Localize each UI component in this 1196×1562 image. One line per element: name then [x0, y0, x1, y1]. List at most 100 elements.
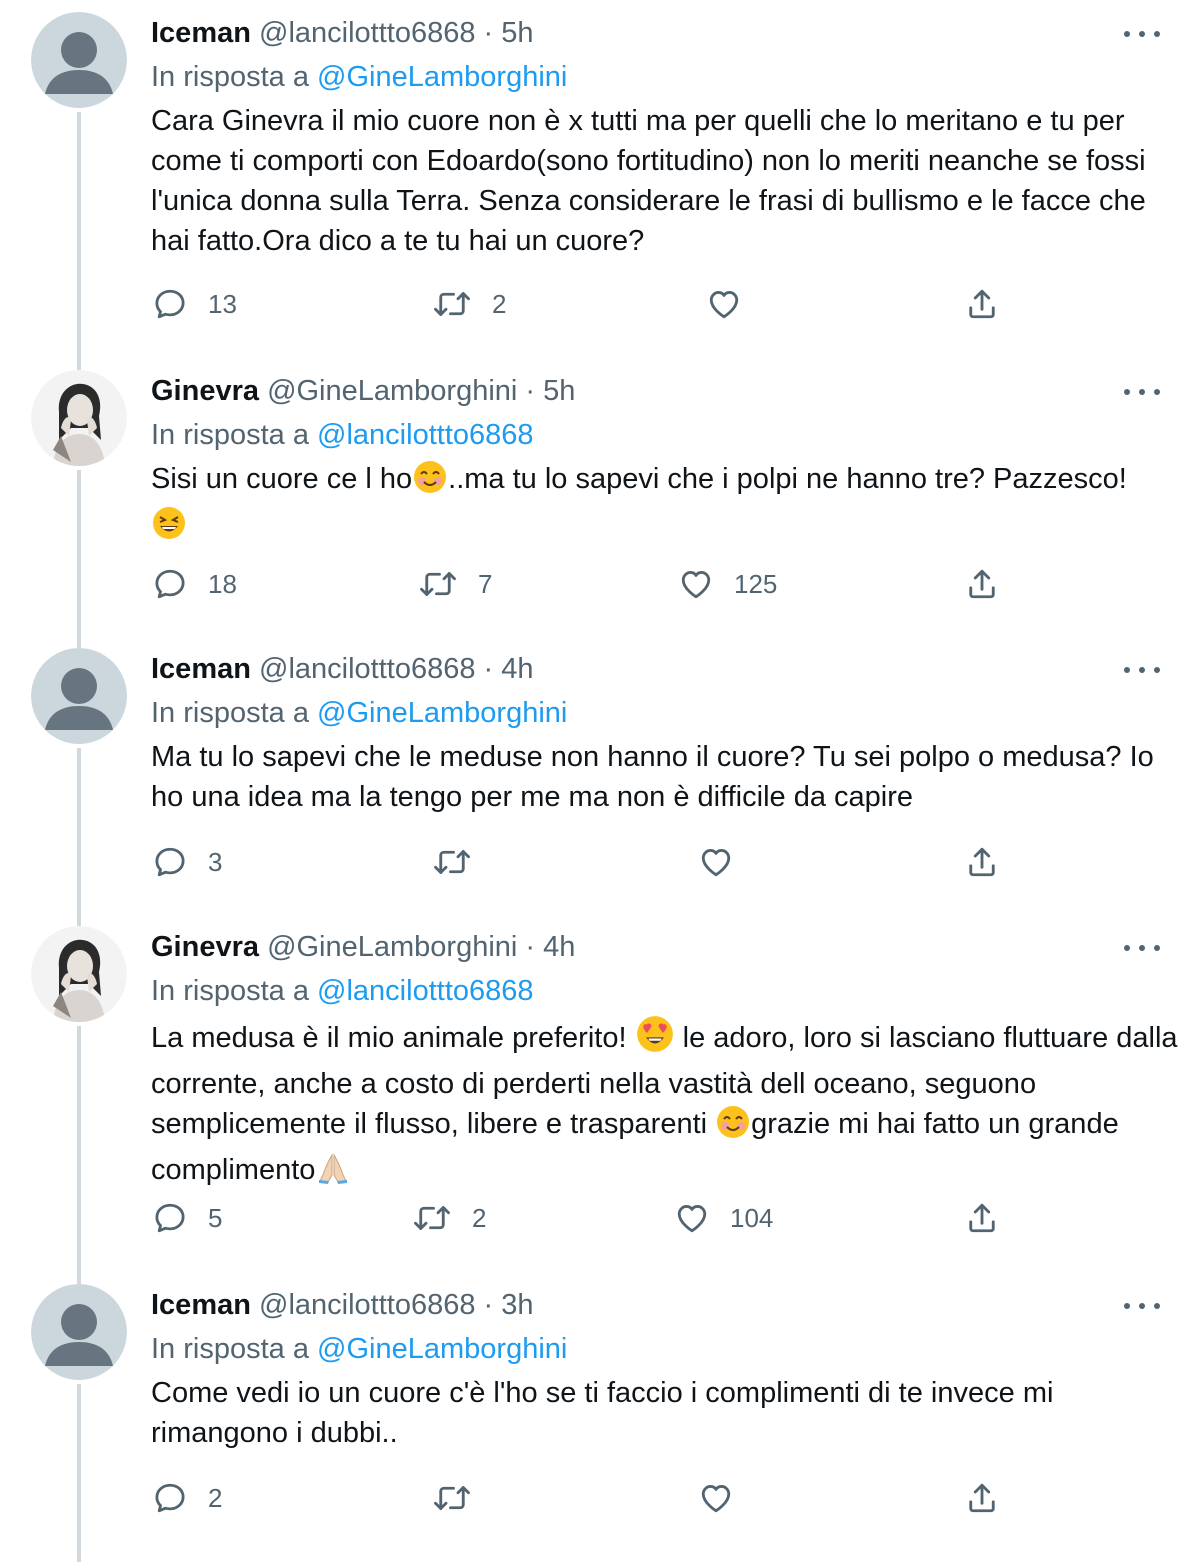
timestamp[interactable]: 3h	[501, 1289, 533, 1321]
share-icon	[969, 1203, 995, 1233]
like-icon	[701, 1485, 731, 1513]
reply-icon	[155, 289, 185, 319]
thread-line	[77, 1026, 81, 1278]
share-button[interactable]	[964, 564, 1000, 604]
reply-to-link[interactable]: @lancilottto6868	[317, 419, 533, 451]
tweet-text-part: ..ma tu lo sapevi che i polpi ne hanno t…	[448, 463, 1127, 495]
share-button[interactable]	[964, 1478, 1000, 1518]
separator-dot: ·	[525, 931, 536, 963]
avatar[interactable]	[31, 1284, 127, 1380]
separator-dot: ·	[483, 17, 494, 49]
reply-to-link[interactable]: @GineLamborghini	[317, 61, 567, 93]
smiling-face-with-smiling-eyes-icon	[716, 1105, 750, 1150]
retweet-icon	[434, 850, 470, 874]
reply-button[interactable]: 3	[152, 842, 222, 882]
reply-count: 2	[208, 1482, 223, 1513]
reply-button[interactable]: 18	[152, 564, 237, 604]
timestamp[interactable]: 4h	[501, 653, 533, 685]
user-handle[interactable]: @lancilottto6868	[259, 653, 475, 685]
like-button[interactable]: 104	[674, 1198, 773, 1238]
display-name[interactable]: Iceman	[151, 653, 251, 685]
tweet-header: Iceman @lancilottto6868 · 4h	[151, 650, 534, 688]
user-handle[interactable]: @lancilottto6868	[259, 17, 475, 49]
more-options-button[interactable]	[1124, 20, 1160, 48]
retweet-button[interactable]: 7	[418, 564, 492, 604]
thread-line	[77, 1384, 81, 1562]
tweet-text: Ma tu lo sapevi che le meduse non hanno …	[151, 737, 1171, 817]
user-handle[interactable]: @GineLamborghini	[267, 931, 517, 963]
retweet-button[interactable]	[432, 842, 492, 882]
retweet-count: 2	[492, 288, 507, 319]
more-icon	[1124, 31, 1130, 37]
display-name[interactable]: Ginevra	[151, 375, 259, 407]
reply-context: In risposta a @GineLamborghini	[151, 1330, 567, 1368]
more-options-button[interactable]	[1124, 934, 1160, 962]
share-button[interactable]	[964, 1198, 1000, 1238]
timestamp[interactable]: 4h	[543, 931, 575, 963]
default-avatar-icon	[31, 648, 127, 744]
avatar[interactable]	[31, 370, 127, 466]
more-icon	[1124, 945, 1130, 951]
profile-photo-icon	[31, 926, 127, 1022]
more-options-button[interactable]	[1124, 378, 1160, 406]
display-name[interactable]: Iceman	[151, 1289, 251, 1321]
tweet-iceman-2[interactable]: Iceman @lancilottto6868 · 4h In risposta…	[0, 636, 1196, 920]
thread-line	[77, 914, 81, 926]
like-button[interactable]	[706, 284, 762, 324]
reply-count: 5	[208, 1202, 223, 1233]
reply-to-link[interactable]: @GineLamborghini	[317, 697, 567, 729]
like-count: 104	[730, 1202, 774, 1233]
retweet-icon	[420, 572, 456, 596]
display-name[interactable]: Ginevra	[151, 931, 259, 963]
like-icon	[709, 291, 739, 319]
tweet-header: Ginevra @GineLamborghini · 5h	[151, 372, 575, 410]
tweet-text-part: La medusa è il mio animale preferito!	[151, 1022, 635, 1054]
like-button[interactable]: 125	[678, 564, 777, 604]
tweet-text-part: Come vedi io un cuore c'è l'ho se ti fac…	[151, 1377, 1054, 1449]
more-options-button[interactable]	[1124, 1292, 1160, 1320]
reply-to-link[interactable]: @GineLamborghini	[317, 1333, 567, 1365]
reply-prefix: In risposta a	[151, 697, 309, 729]
like-icon	[701, 849, 731, 877]
more-icon	[1124, 667, 1130, 673]
timestamp[interactable]: 5h	[501, 17, 533, 49]
reply-button[interactable]: 5	[152, 1198, 222, 1238]
display-name[interactable]: Iceman	[151, 17, 251, 49]
thread-line	[77, 358, 81, 370]
share-button[interactable]	[964, 842, 1000, 882]
retweet-button[interactable]	[432, 1478, 492, 1518]
tweet-ginevra-2[interactable]: Ginevra @GineLamborghini · 4h In rispost…	[0, 914, 1196, 1278]
reply-prefix: In risposta a	[151, 61, 309, 93]
reply-button[interactable]: 2	[152, 1478, 222, 1518]
like-button[interactable]	[698, 842, 754, 882]
user-handle[interactable]: @GineLamborghini	[267, 375, 517, 407]
tweet-text: Sisi un cuore ce l ho ..ma tu lo sapevi c…	[151, 459, 1181, 551]
thread-line	[77, 112, 81, 364]
retweet-button[interactable]: 2	[412, 1198, 486, 1238]
tweet-ginevra-1[interactable]: Ginevra @GineLamborghini · 5h In rispost…	[0, 358, 1196, 642]
share-button[interactable]	[964, 284, 1000, 324]
reply-icon	[155, 569, 185, 599]
tweet-iceman-1[interactable]: Iceman @lancilottto6868 · 5h In risposta…	[0, 0, 1196, 364]
tweet-text: La medusa è il mio animale preferito! le…	[151, 1015, 1181, 1196]
share-icon	[969, 1483, 995, 1513]
thread-line	[77, 1272, 81, 1284]
tweet-iceman-3[interactable]: Iceman @lancilottto6868 · 3h In risposta…	[0, 1272, 1196, 1562]
tweet-header: Iceman @lancilottto6868 · 5h	[151, 14, 534, 52]
default-avatar-icon	[31, 1284, 127, 1380]
reply-to-link[interactable]: @lancilottto6868	[317, 975, 533, 1007]
avatar[interactable]	[31, 926, 127, 1022]
like-button[interactable]	[698, 1478, 754, 1518]
tweet-header: Iceman @lancilottto6868 · 3h	[151, 1286, 534, 1324]
avatar[interactable]	[31, 648, 127, 744]
timestamp[interactable]: 5h	[543, 375, 575, 407]
avatar[interactable]	[31, 12, 127, 108]
reply-prefix: In risposta a	[151, 975, 309, 1007]
reply-prefix: In risposta a	[151, 1333, 309, 1365]
user-handle[interactable]: @lancilottto6868	[259, 1289, 475, 1321]
more-options-button[interactable]	[1124, 656, 1160, 684]
reply-button[interactable]: 13	[152, 284, 237, 324]
retweet-button[interactable]: 2	[432, 284, 506, 324]
reply-count: 3	[208, 846, 223, 877]
separator-dot: ·	[483, 1289, 494, 1321]
